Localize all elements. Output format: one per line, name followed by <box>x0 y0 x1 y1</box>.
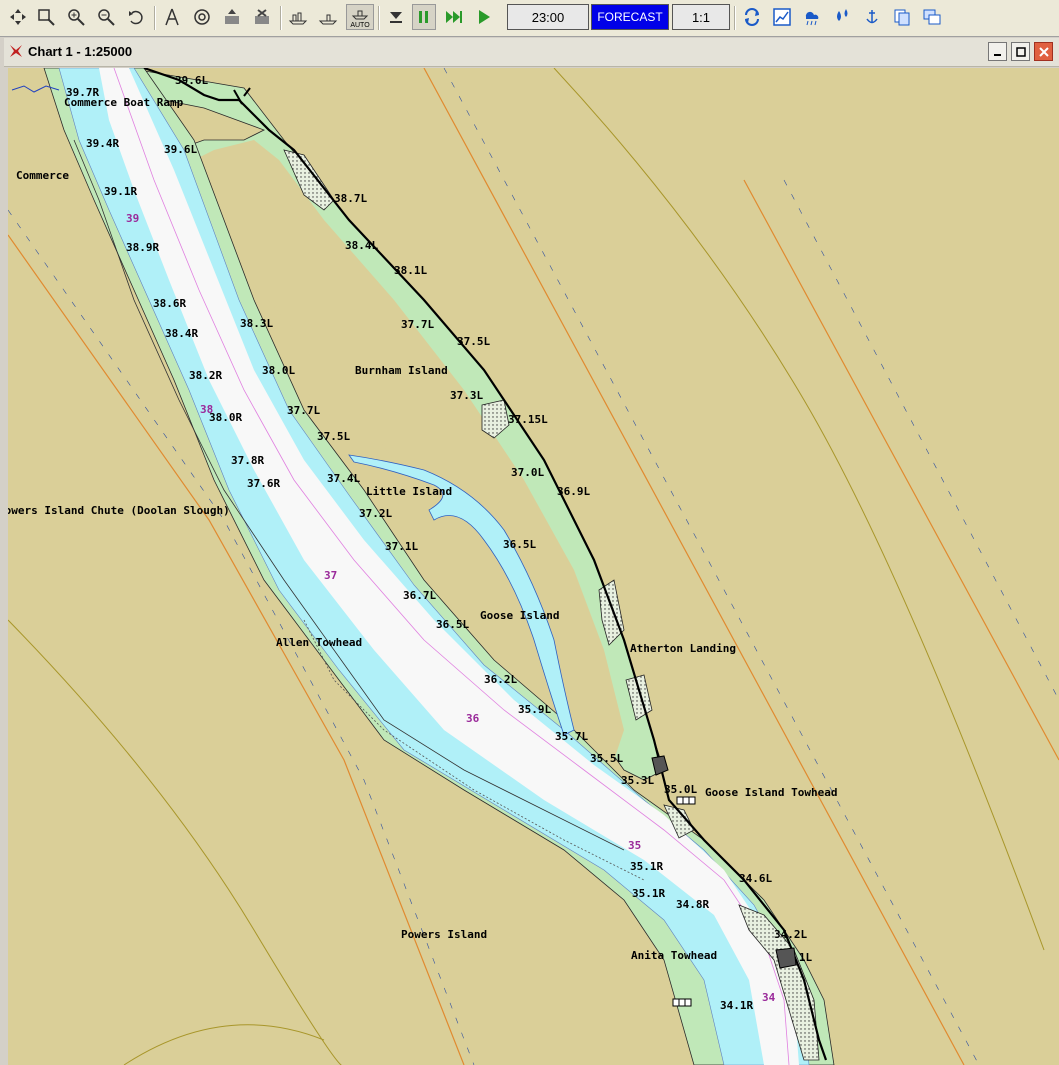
landing-icon <box>775 947 797 969</box>
place-label: Goose Island <box>480 609 559 622</box>
buoy-label: 36.2L <box>484 673 517 686</box>
buoy-label: 38.7L <box>334 192 367 205</box>
dike-icon <box>676 796 696 805</box>
windows-icon[interactable] <box>920 4 944 30</box>
fast-forward-icon[interactable] <box>442 4 466 30</box>
zoom-in-icon[interactable] <box>64 4 88 30</box>
dike-icon <box>672 998 692 1007</box>
chart-graph-icon[interactable] <box>770 4 794 30</box>
buoy-label: 38.0R <box>209 411 242 424</box>
mile-marker: 35 <box>628 839 641 852</box>
buoy-label: 38.4R <box>165 327 198 340</box>
zoom-out-icon[interactable] <box>94 4 118 30</box>
buoy-label: 37.2L <box>359 507 392 520</box>
place-label: Powers Island Chute (Doolan Slough) <box>8 504 230 517</box>
buoy-label: 39.6L <box>164 143 197 156</box>
buoy-label: 38.2R <box>189 369 222 382</box>
auto-label: AUTO <box>350 22 370 29</box>
zoom-window-icon[interactable] <box>34 4 58 30</box>
buoy-label: 36.5L <box>503 538 536 551</box>
undo-icon[interactable] <box>124 4 148 30</box>
place-label: Goose Island Towhead <box>705 786 837 799</box>
buoy-label: 34.1R <box>720 999 753 1012</box>
buoy-label: 34.8R <box>676 898 709 911</box>
buoy-label: 34.2L <box>774 928 807 941</box>
app-logo-icon <box>10 45 22 57</box>
buoy-label: 37.1L <box>385 540 418 553</box>
buoy-label: 38.1L <box>394 264 427 277</box>
chart-window-title: Chart 1 - 1:25000 <box>28 44 133 59</box>
close-button[interactable] <box>1034 42 1053 61</box>
main-toolbar: AUTO 23:00 FORECAST 1:1 <box>0 0 1059 37</box>
mile-marker: 39 <box>126 212 139 225</box>
buoy-label: 39.6L <box>175 74 208 87</box>
buoy-label: 38.3L <box>240 317 273 330</box>
buoy-label: 38.0L <box>262 364 295 377</box>
place-label: Commerce <box>16 169 69 182</box>
boat-icon[interactable] <box>316 4 340 30</box>
maximize-button[interactable] <box>1011 42 1030 61</box>
mile-marker: 34 <box>762 991 776 1004</box>
buoy-label: 37.5L <box>457 335 490 348</box>
buoy-label: 39.7R <box>66 86 99 99</box>
auto-track-button[interactable]: AUTO <box>346 4 374 30</box>
buoy-label: 36.7L <box>403 589 436 602</box>
buoy-label: 37.0L <box>511 466 544 479</box>
place-label: Little Island <box>366 485 452 498</box>
place-label: Allen Towhead <box>276 636 362 649</box>
buoy-label: 38.9R <box>126 241 159 254</box>
forecast-button[interactable]: FORECAST <box>591 4 669 30</box>
buoy-label: 39.4R <box>86 137 119 150</box>
buoy-label: 35.9L <box>518 703 551 716</box>
buoy-label: 35.7L <box>555 730 588 743</box>
buoy-label: 36.5L <box>436 618 469 631</box>
sync-icon[interactable] <box>740 4 764 30</box>
buoy-label: 37.3L <box>450 389 483 402</box>
download-icon[interactable] <box>384 4 408 30</box>
place-label: Burnham Island <box>355 364 448 377</box>
documents-icon[interactable] <box>890 4 914 30</box>
place-label: Powers Island <box>401 928 487 941</box>
buoy-label: 35.1R <box>630 860 663 873</box>
pan-icon[interactable] <box>6 4 30 30</box>
buoy-label: 39.1R <box>104 185 137 198</box>
water-level-icon[interactable] <box>830 4 854 30</box>
place-label: Atherton Landing <box>630 642 736 655</box>
play-icon[interactable] <box>472 4 496 30</box>
scale-display[interactable]: 1:1 <box>672 4 730 30</box>
buoy-label: 35.0L <box>664 783 697 796</box>
compass-icon[interactable] <box>160 4 184 30</box>
buoy-label: 35.5L <box>590 752 623 765</box>
waypoint-icon[interactable] <box>250 4 274 30</box>
buoy-label: 38.6R <box>153 297 186 310</box>
buoy-label: 35.1R <box>632 887 665 900</box>
mile-marker: 36 <box>466 712 480 725</box>
weather-icon[interactable] <box>800 4 824 30</box>
buoy-label: 37.15L <box>508 413 548 426</box>
buoy-label: 34.6L <box>739 872 772 885</box>
buoy-label: 37.4L <box>327 472 360 485</box>
buoy-label: 37.5L <box>317 430 350 443</box>
export-icon[interactable] <box>220 4 244 30</box>
buoy-label: 38.4L <box>345 239 378 252</box>
minimize-button[interactable] <box>988 42 1007 61</box>
anchor-icon[interactable] <box>860 4 884 30</box>
time-display[interactable]: 23:00 <box>507 4 589 30</box>
vessel-icon[interactable] <box>286 4 310 30</box>
buoy-label: 37.7L <box>401 318 434 331</box>
chart-canvas[interactable]: 39 38 37 36 35 34 Commerce Boat Ramp Com… <box>8 68 1059 1065</box>
place-label: Anita Towhead <box>631 949 717 962</box>
chart-window: Chart 1 - 1:25000 39 38 37 36 35 34 Comm… <box>4 38 1059 1065</box>
buoy-label: 37.8R <box>231 454 264 467</box>
buoy-label: 35.3L <box>621 774 654 787</box>
mile-marker: 37 <box>324 569 337 582</box>
target-icon[interactable] <box>190 4 214 30</box>
nautical-chart-map[interactable]: 39 38 37 36 35 34 Commerce Boat Ramp Com… <box>8 68 1059 1065</box>
buoy-label: 37.7L <box>287 404 320 417</box>
chart-window-titlebar: Chart 1 - 1:25000 <box>4 38 1059 67</box>
buoy-label: 37.6R <box>247 477 280 490</box>
buoy-label: 36.9L <box>557 485 590 498</box>
pause-icon[interactable] <box>412 4 436 30</box>
